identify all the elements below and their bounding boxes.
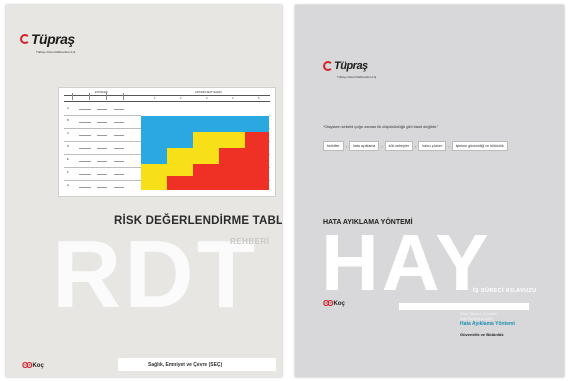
sheet-cell-text: [97, 174, 107, 175]
tupras-logo-subtitle: Türkiye Petrol Rafinerileri A.Ş.: [36, 50, 77, 54]
sheet-cell-text: [79, 161, 91, 162]
koc-logo: ʘʘ Koç: [323, 299, 345, 308]
hay-white-bar: [399, 303, 529, 310]
hay-series-list: Risk Tabanlı Yönetim Kök Neden Analizi H…: [460, 311, 515, 337]
risk-matrix-sheet: ETKİNLER ARTIRIM SEVİYELERİ 1 2 3 4 5 A …: [58, 87, 276, 197]
sheet-cell-text: [97, 135, 107, 136]
row-label-a: A: [67, 107, 69, 110]
sheet-header-rule: [64, 95, 270, 96]
sheet-cell-text: [114, 148, 124, 149]
sheet-cell-text: [79, 174, 91, 175]
matrix-low-risk-zone: [141, 148, 167, 164]
koc-logo-text: Koç: [32, 362, 44, 369]
sheet-cell-text: [79, 122, 91, 123]
sheet-cell-text: [114, 161, 124, 162]
matrix-blank-band: [141, 102, 269, 116]
sheet-cell-text: [79, 135, 91, 136]
sheet-group-label-artirim: ARTIRIM SEVİYELERİ: [195, 91, 222, 94]
sheet-cell-text: [97, 122, 107, 123]
row-label-g: G: [67, 184, 70, 187]
flow-step-kok-sebepler: kök sebepler: [384, 141, 414, 151]
flow-arrow-icon: ›: [448, 143, 450, 149]
flow-step-belirtiler: belirtiler: [323, 141, 344, 151]
sheet-cell-text: [79, 109, 91, 110]
koc-logo-text: Koç: [333, 300, 345, 307]
sheet-cell-text: [97, 187, 107, 188]
process-flow: belirtiler › hata ayıklama › kök sebeple…: [323, 141, 508, 151]
row-label-c: C: [67, 132, 69, 135]
rdt-footer-label: Sağlık, Emniyet ve Çevre (SEÇ): [148, 362, 223, 368]
sheet-cell-text: [114, 174, 124, 175]
sheet-cell-text: [79, 148, 91, 149]
sheet-cell-text: [97, 148, 107, 149]
flow-step-kalici-cozum: kalıcı çözüm: [418, 141, 447, 151]
matrix-col-2: 2: [180, 97, 182, 100]
matrix-medium-risk-zone: [167, 148, 219, 164]
sheet-cell-text: [114, 187, 124, 188]
tupras-logo-mark-icon: [20, 34, 30, 44]
matrix-high-risk-zone: [245, 132, 269, 148]
koc-logo: ʘʘ Koç: [22, 361, 44, 370]
hay-quote: "Olayların sebebi çoğu zaman ilk düşünül…: [323, 124, 439, 129]
rdt-subtitle: REHBERİ: [230, 237, 270, 246]
sheet-col-head-bar: [123, 93, 124, 100]
row-label-d: D: [67, 145, 69, 148]
series-item-current: Hata Ayıklama Yöntemi: [460, 321, 515, 327]
sheet-col-head-bar: [106, 93, 107, 100]
matrix-col-3: 3: [206, 97, 208, 100]
flow-step-hata-ayiklama: hata ayıklama: [348, 141, 380, 151]
sheet-cell-text: [97, 161, 107, 162]
flow-arrow-icon: ›: [345, 143, 347, 149]
matrix-col-5: 5: [258, 97, 260, 100]
tupras-logo: Tüpraş: [323, 60, 368, 72]
matrix-high-risk-zone: [193, 164, 269, 176]
tupras-logo-subtitle: Türkiye Petrol Rafinerileri A.Ş.: [337, 75, 378, 79]
row-label-b: B: [67, 119, 69, 122]
row-label-e: E: [67, 158, 69, 161]
matrix-medium-risk-zone: [141, 176, 167, 190]
series-item-guvenirlik: Güvenirlik ve Bütünlük: [460, 332, 504, 337]
hay-cover: Tüpraş Türkiye Petrol Rafinerileri A.Ş. …: [295, 5, 564, 377]
sheet-col-head-bar: [72, 93, 73, 100]
matrix-medium-risk-zone: [141, 164, 193, 176]
hay-big-letters: HAY: [321, 218, 492, 307]
sheet-cell-text: [114, 109, 124, 110]
rdt-title: RİSK DEĞERLENDİRME TABLOSU: [114, 215, 282, 227]
matrix-high-risk-zone: [219, 148, 269, 164]
rdt-cover: Tüpraş Türkiye Petrol Rafinerileri A.Ş. …: [6, 5, 282, 377]
sheet-cell-text: [79, 187, 91, 188]
tupras-logo-text: Tüpraş: [334, 60, 368, 72]
sheet-cell-text: [114, 122, 124, 123]
flow-arrow-icon: ›: [381, 143, 383, 149]
matrix-col-1: 1: [154, 97, 156, 100]
matrix-high-risk-zone: [167, 176, 269, 190]
risk-color-matrix: [141, 102, 269, 192]
tupras-logo-mark-icon: [323, 61, 333, 71]
rdt-big-letters: RDT: [52, 221, 259, 328]
tupras-logo: Tüpraş: [20, 31, 75, 47]
flow-step-guvenirlik: işletme güvenirliği ve bütünlük: [451, 141, 508, 151]
koc-mark-icon: ʘʘ: [22, 361, 33, 370]
sheet-cell-text: [97, 109, 107, 110]
flow-arrow-icon: ›: [415, 143, 417, 149]
tupras-logo-text: Tüpraş: [31, 31, 75, 47]
row-label-f: F: [67, 171, 69, 174]
matrix-col-4: 4: [232, 97, 234, 100]
sheet-col-head-bar: [89, 93, 90, 100]
koc-mark-icon: ʘʘ: [323, 299, 334, 308]
sheet-cell-text: [114, 135, 124, 136]
hay-subtitle: İŞ SÜRECİ KILAVUZU: [473, 288, 537, 294]
